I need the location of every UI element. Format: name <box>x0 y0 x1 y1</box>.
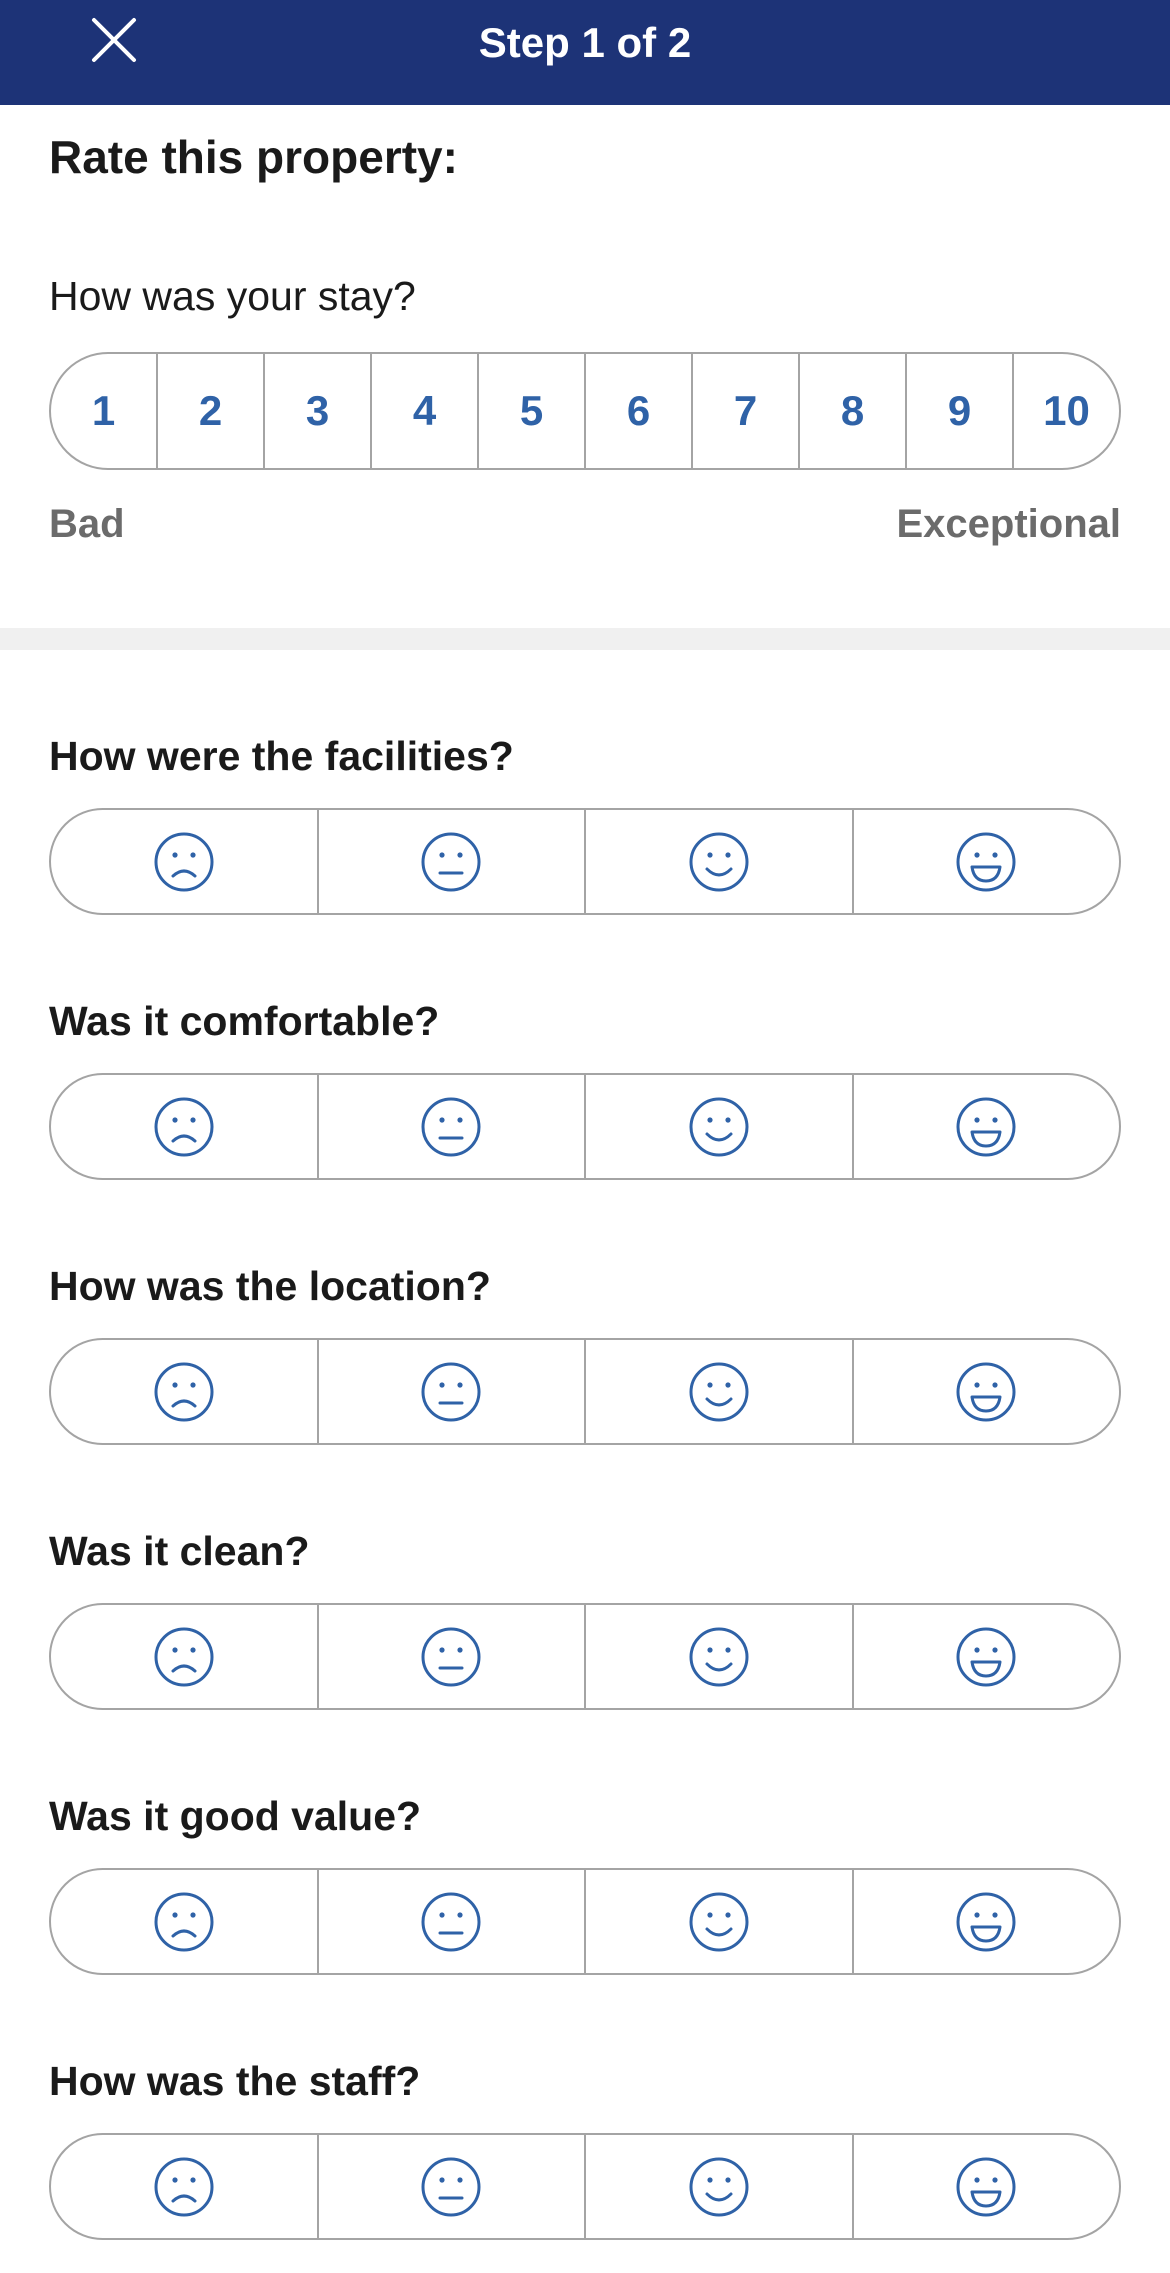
header-bar: Step 1 of 2 <box>0 0 1170 105</box>
category-question: How was the location? <box>49 1263 491 1309</box>
face-rating-row <box>49 1603 1121 1710</box>
rating-option-8[interactable]: 8 <box>800 354 907 468</box>
grin-face-icon <box>956 1892 1016 1951</box>
face-rating-row <box>49 1338 1121 1445</box>
sad-face-icon <box>154 1627 214 1686</box>
face-option-sad[interactable] <box>51 810 319 913</box>
face-option-neutral[interactable] <box>319 1870 586 1973</box>
category-question: Was it comfortable? <box>49 998 440 1044</box>
overall-question: How was your stay? <box>49 273 416 319</box>
face-option-very-happy[interactable] <box>854 1075 1120 1178</box>
neutral-face-icon <box>421 1097 481 1156</box>
face-option-sad[interactable] <box>51 1605 319 1708</box>
face-rating-row <box>49 2133 1121 2240</box>
face-rating-row <box>49 808 1121 915</box>
grin-face-icon <box>956 1097 1016 1156</box>
scale-label-low: Bad <box>49 502 125 546</box>
face-option-happy[interactable] <box>586 1075 854 1178</box>
rating-option-7[interactable]: 7 <box>693 354 800 468</box>
smile-face-icon <box>689 1892 749 1951</box>
sad-face-icon <box>154 832 214 891</box>
sad-face-icon <box>154 2157 214 2216</box>
face-option-very-happy[interactable] <box>854 2135 1120 2238</box>
face-option-neutral[interactable] <box>319 1605 586 1708</box>
category-question: Was it clean? <box>49 1528 310 1574</box>
face-option-neutral[interactable] <box>319 1340 586 1443</box>
face-option-happy[interactable] <box>586 1605 854 1708</box>
face-option-sad[interactable] <box>51 1340 319 1443</box>
rating-option-10[interactable]: 10 <box>1014 354 1119 468</box>
sad-face-icon <box>154 1097 214 1156</box>
rating-option-4[interactable]: 4 <box>372 354 479 468</box>
page-title: Rate this property: <box>49 131 458 183</box>
sad-face-icon <box>154 1892 214 1951</box>
close-icon[interactable] <box>86 12 142 68</box>
face-option-very-happy[interactable] <box>854 1340 1120 1443</box>
rating-option-6[interactable]: 6 <box>586 354 693 468</box>
scale-label-high: Exceptional <box>896 502 1121 546</box>
neutral-face-icon <box>421 1892 481 1951</box>
rating-scale: 1 2 3 4 5 6 7 8 9 10 <box>49 352 1121 470</box>
neutral-face-icon <box>421 2157 481 2216</box>
category-question: Was it good value? <box>49 1793 422 1839</box>
smile-face-icon <box>689 2157 749 2216</box>
rating-option-5[interactable]: 5 <box>479 354 586 468</box>
grin-face-icon <box>956 1362 1016 1421</box>
neutral-face-icon <box>421 1362 481 1421</box>
face-option-very-happy[interactable] <box>854 810 1120 913</box>
face-option-neutral[interactable] <box>319 1075 586 1178</box>
face-option-sad[interactable] <box>51 1870 319 1973</box>
face-option-very-happy[interactable] <box>854 1605 1120 1708</box>
section-divider <box>0 628 1170 650</box>
face-option-sad[interactable] <box>51 1075 319 1178</box>
smile-face-icon <box>689 1362 749 1421</box>
rating-option-1[interactable]: 1 <box>51 354 158 468</box>
grin-face-icon <box>956 1627 1016 1686</box>
rating-option-2[interactable]: 2 <box>158 354 265 468</box>
step-indicator: Step 1 of 2 <box>478 18 692 66</box>
face-option-neutral[interactable] <box>319 810 586 913</box>
face-option-happy[interactable] <box>586 1340 854 1443</box>
face-option-happy[interactable] <box>586 1870 854 1973</box>
smile-face-icon <box>689 832 749 891</box>
sad-face-icon <box>154 1362 214 1421</box>
face-option-happy[interactable] <box>586 2135 854 2238</box>
face-option-very-happy[interactable] <box>854 1870 1120 1973</box>
face-option-sad[interactable] <box>51 2135 319 2238</box>
face-option-neutral[interactable] <box>319 2135 586 2238</box>
face-rating-row <box>49 1868 1121 1975</box>
neutral-face-icon <box>421 1627 481 1686</box>
neutral-face-icon <box>421 832 481 891</box>
smile-face-icon <box>689 1097 749 1156</box>
grin-face-icon <box>956 2157 1016 2216</box>
category-question: How were the facilities? <box>49 733 514 779</box>
category-question: How was the staff? <box>49 2058 421 2104</box>
smile-face-icon <box>689 1627 749 1686</box>
grin-face-icon <box>956 832 1016 891</box>
face-rating-row <box>49 1073 1121 1180</box>
rating-option-9[interactable]: 9 <box>907 354 1014 468</box>
face-option-happy[interactable] <box>586 810 854 913</box>
rating-option-3[interactable]: 3 <box>265 354 372 468</box>
